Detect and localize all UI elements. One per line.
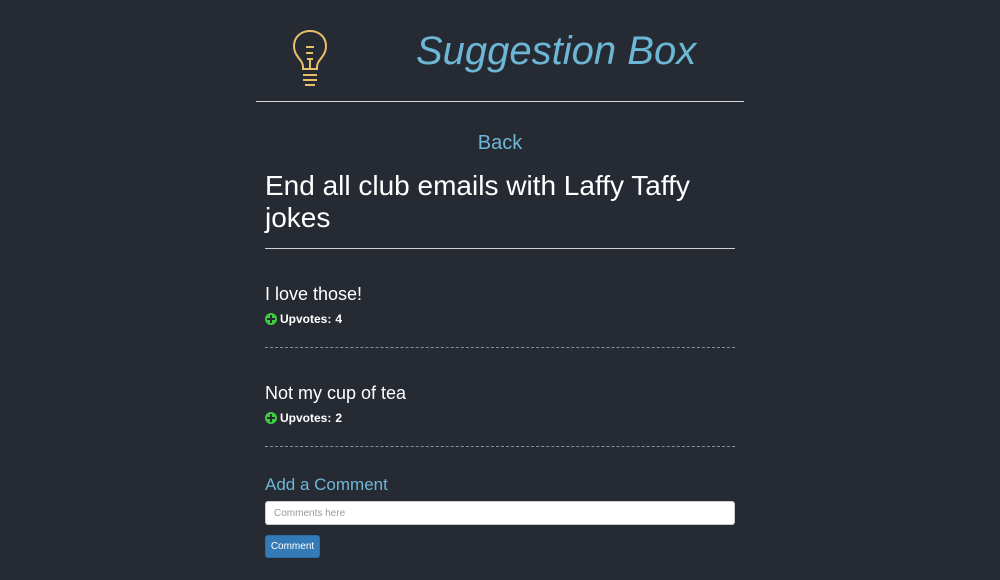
suggestion-title: End all club emails with Laffy Taffy jok… (265, 170, 735, 249)
comment-button[interactable]: Comment (265, 535, 320, 558)
lightbulb-icon (292, 29, 328, 86)
comment-item: Not my cup of tea Upvotes: 2 (265, 348, 735, 447)
site-title: Suggestion Box (416, 29, 697, 73)
upvote-plus-icon[interactable] (265, 313, 277, 325)
upvote-count: 4 (335, 312, 343, 326)
upvotes-label: Upvotes: (280, 411, 332, 425)
upvote-row: Upvotes: 4 (265, 312, 342, 326)
page: Suggestion Box Back End all club emails … (0, 0, 1000, 580)
site-header: Suggestion Box (256, 0, 744, 102)
add-comment-heading: Add a Comment (265, 475, 388, 494)
upvote-row: Upvotes: 2 (265, 411, 342, 425)
comment-text: Not my cup of tea (265, 383, 407, 403)
comment-text: I love those! (265, 284, 363, 304)
comment-item: I love those! Upvotes: 4 (265, 249, 735, 348)
upvotes-label: Upvotes: (280, 312, 332, 326)
upvote-count: 2 (335, 411, 343, 425)
back-link[interactable]: Back (0, 131, 1000, 155)
suggestion-detail: End all club emails with Laffy Taffy jok… (265, 170, 735, 447)
upvote-plus-icon[interactable] (265, 412, 277, 424)
comment-input[interactable] (265, 501, 735, 525)
